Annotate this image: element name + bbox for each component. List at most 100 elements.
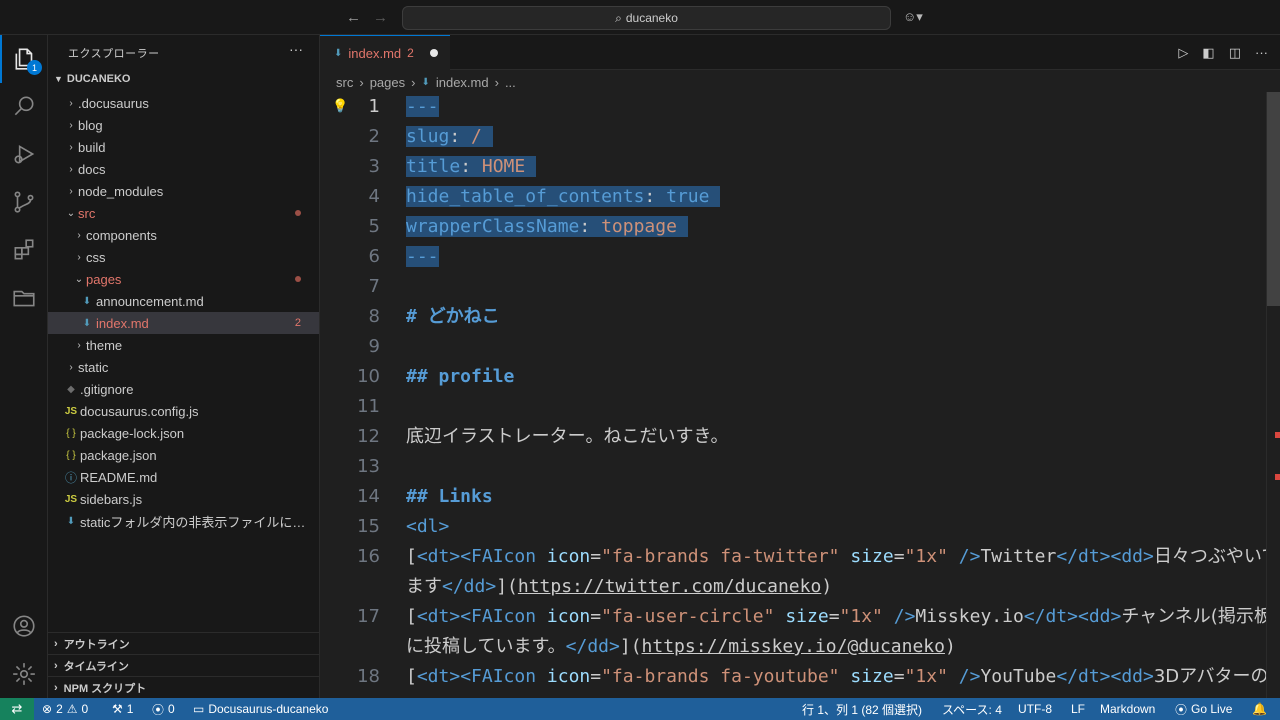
line-number: 17: [357, 606, 380, 627]
code-line: 10 ## profile: [320, 362, 1266, 392]
broadcast-status[interactable]: ⦿ 0: [152, 698, 175, 720]
go-live-label: Go Live: [1191, 702, 1233, 716]
project-folder-status[interactable]: ▭ Docusaurus-ducaneko: [193, 698, 328, 720]
scrollbar-thumb[interactable]: [1267, 92, 1280, 306]
remote-explorer-icon[interactable]: [0, 274, 48, 322]
code-line: 5 wrapperClassName: toppage: [320, 212, 1266, 242]
eol-status[interactable]: LF: [1071, 698, 1085, 720]
run-icon[interactable]: ▷: [1178, 45, 1188, 61]
ports-status[interactable]: ⚒ 1: [112, 698, 133, 720]
code-editor[interactable]: 💡 1 --- 2 slug: / 3 title: HOME 4 hide_t…: [320, 92, 1266, 698]
tree-folder-docusaurus[interactable]: › .docusaurus: [48, 92, 319, 114]
line-content: 底辺イラストレーター。ねこだいすき。: [406, 426, 729, 447]
chevron-right-icon: ›: [77, 339, 81, 351]
line-content: [<dt><FAIcon icon="fa-user-circle" size=…: [406, 606, 1266, 627]
tree-label: package-lock.json: [80, 425, 185, 441]
extensions-icon[interactable]: [0, 226, 48, 274]
broadcast-icon: ⦿: [1175, 702, 1188, 717]
outline-section[interactable]: › アウトライン: [48, 632, 319, 654]
tree-folder-blog[interactable]: › blog: [48, 114, 319, 136]
tree-label: package.json: [80, 447, 157, 463]
code-line: 15 <dl>: [320, 512, 1266, 542]
tree-folder-pages[interactable]: ⌄ pages: [48, 268, 319, 290]
tree-label: announcement.md: [96, 293, 204, 309]
unsaved-dot-icon[interactable]: [429, 49, 438, 57]
editor-scrollbar[interactable]: [1266, 92, 1280, 698]
breadcrumb-symbol[interactable]: ...: [505, 75, 516, 90]
markdown-file-icon: ⬇: [82, 295, 92, 307]
indentation-status[interactable]: スペース: 4: [942, 698, 1002, 720]
info-icon: ⓘ: [64, 470, 77, 485]
timeline-section[interactable]: › タイムライン: [48, 654, 319, 676]
tree-file-readme[interactable]: ⓘ README.md: [48, 466, 319, 488]
search-icon[interactable]: [0, 82, 48, 130]
tree-folder-css[interactable]: › css: [48, 246, 319, 268]
tree-file-static-note[interactable]: ⬇ staticフォルダ内の非表示ファイルに注...: [48, 510, 319, 532]
tree-file-package[interactable]: { } package.json: [48, 444, 319, 466]
explorer-icon[interactable]: 1: [0, 35, 48, 83]
tree-folder-components[interactable]: › components: [48, 224, 319, 246]
line-number: 10: [357, 366, 380, 387]
line-number: 6: [368, 246, 380, 267]
tree-label: static: [78, 359, 109, 375]
breadcrumb-file[interactable]: index.md: [436, 75, 489, 90]
activity-bar: 1: [0, 35, 48, 698]
chevron-right-icon: ›: [54, 659, 58, 672]
encoding-status[interactable]: UTF-8: [1018, 698, 1052, 720]
more-actions-icon[interactable]: ···: [289, 41, 303, 57]
code-line: 11: [320, 392, 1266, 422]
tree-file-sidebars[interactable]: JS sidebars.js: [48, 488, 319, 510]
title-bar: ← → ⌕ ducaneko ☺▾: [0, 0, 1280, 35]
copilot-icon[interactable]: ☺▾: [903, 9, 923, 25]
tree-file-package-lock[interactable]: { } package-lock.json: [48, 422, 319, 444]
tree-folder-src[interactable]: ⌄ src: [48, 202, 319, 224]
cursor-position-status[interactable]: 行 1、列 1 (82 個選択): [802, 698, 922, 720]
chevron-right-icon: ›: [54, 681, 58, 694]
account-icon[interactable]: [0, 602, 48, 650]
problems-status[interactable]: ⊗ 2 ⚠ 0: [42, 698, 88, 720]
tree-file-docusaurus-config[interactable]: JS docusaurus.config.js: [48, 400, 319, 422]
tree-folder-build[interactable]: › build: [48, 136, 319, 158]
tree-file-gitignore[interactable]: ◆ .gitignore: [48, 378, 319, 400]
run-debug-icon[interactable]: [0, 130, 48, 178]
warning-icon: ⚠: [66, 702, 78, 716]
line-content: slug: /: [406, 122, 493, 152]
breadcrumb-src[interactable]: src: [336, 75, 353, 90]
error-marker: [1275, 432, 1280, 438]
forward-arrow-icon[interactable]: →: [373, 9, 388, 26]
error-count: 2: [56, 702, 63, 716]
command-center-search[interactable]: ⌕ ducaneko: [402, 6, 891, 30]
tree-label: css: [86, 249, 106, 265]
workspace-root[interactable]: ▼ DUCANEKO: [54, 73, 130, 85]
tree-folder-docs[interactable]: › docs: [48, 158, 319, 180]
npm-scripts-section[interactable]: › NPM スクリプト: [48, 676, 319, 698]
markdown-file-icon: ⬇: [66, 515, 76, 527]
ports-icon: ⚒: [112, 702, 123, 716]
remote-indicator-icon[interactable]: ⇄: [0, 698, 34, 720]
tree-folder-static[interactable]: › static: [48, 356, 319, 378]
language-mode-status[interactable]: Markdown: [1100, 698, 1155, 720]
editor-actions: ▷ ◧ ◫ ···: [1178, 45, 1268, 61]
tree-folder-node-modules[interactable]: › node_modules: [48, 180, 319, 202]
json-file-icon: { }: [66, 427, 76, 439]
split-editor-icon[interactable]: ◫: [1229, 45, 1241, 61]
back-arrow-icon[interactable]: ←: [346, 9, 361, 26]
chevron-right-icon: ›: [411, 74, 416, 90]
tab-title: index.md: [348, 45, 402, 61]
section-label: アウトライン: [63, 638, 130, 651]
notifications-bell-icon[interactable]: 🔔: [1252, 698, 1267, 720]
tab-index-md[interactable]: ⬇ index.md 2: [320, 35, 450, 70]
source-control-icon[interactable]: [0, 178, 48, 226]
line-content: wrapperClassName: toppage: [406, 212, 688, 242]
more-actions-icon[interactable]: ···: [1255, 45, 1268, 61]
tree-folder-theme[interactable]: › theme: [48, 334, 319, 356]
tree-file-announcement[interactable]: ⬇ announcement.md: [48, 290, 319, 312]
settings-gear-icon[interactable]: [0, 650, 48, 698]
breadcrumb-pages[interactable]: pages: [370, 75, 405, 90]
open-preview-icon[interactable]: ◧: [1202, 45, 1214, 61]
chevron-right-icon: ›: [77, 229, 81, 241]
tree-file-index[interactable]: ⬇ index.md 2: [48, 312, 319, 334]
go-live-status[interactable]: ⦿ Go Live: [1175, 698, 1232, 720]
line-number: 2: [368, 126, 380, 147]
breadcrumb: src › pages › ⬇ index.md › ...: [336, 72, 516, 92]
